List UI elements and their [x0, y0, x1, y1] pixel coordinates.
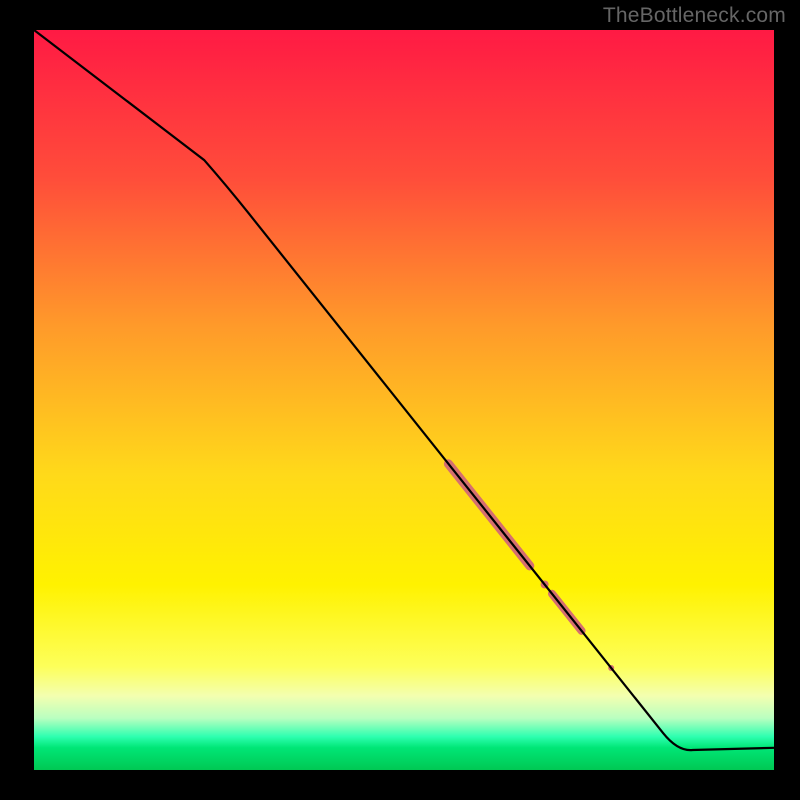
watermark-text: TheBottleneck.com — [603, 4, 786, 28]
gradient-background — [34, 30, 774, 770]
chart-area — [34, 30, 774, 770]
chart-svg — [34, 30, 774, 770]
